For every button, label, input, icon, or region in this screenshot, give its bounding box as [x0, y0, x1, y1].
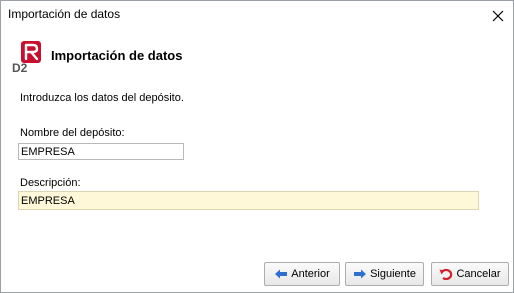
description-label: Descripción: — [20, 177, 81, 189]
title-bar: Importación de datos — [1, 1, 513, 31]
next-button-label: Siguiente — [370, 268, 416, 280]
window-title: Importación de datos — [8, 7, 121, 21]
intro-text: Introduzca los datos del depósito. — [20, 92, 184, 104]
arrow-right-icon — [354, 269, 367, 279]
close-icon — [492, 10, 504, 22]
deposit-name-label: Nombre del depósito: — [20, 127, 125, 139]
previous-button[interactable]: Anterior — [264, 262, 340, 286]
cancel-button[interactable]: Cancelar — [431, 262, 509, 286]
dialog-header: D2 Importación de datos — [11, 39, 501, 75]
arrow-left-icon — [275, 269, 288, 279]
previous-button-label: Anterior — [291, 268, 330, 280]
description-input[interactable] — [18, 191, 479, 210]
undo-icon — [439, 268, 453, 280]
next-button[interactable]: Siguiente — [345, 262, 424, 286]
deposit-name-input[interactable] — [18, 143, 184, 160]
app-logo-icon: D2 — [11, 39, 47, 75]
page-title: Importación de datos — [51, 48, 183, 63]
dialog-window: Importación de datos D2 Importación de d… — [0, 0, 514, 293]
logo-text: D2 — [12, 61, 28, 75]
close-button[interactable] — [483, 1, 513, 31]
cancel-button-label: Cancelar — [456, 268, 501, 280]
